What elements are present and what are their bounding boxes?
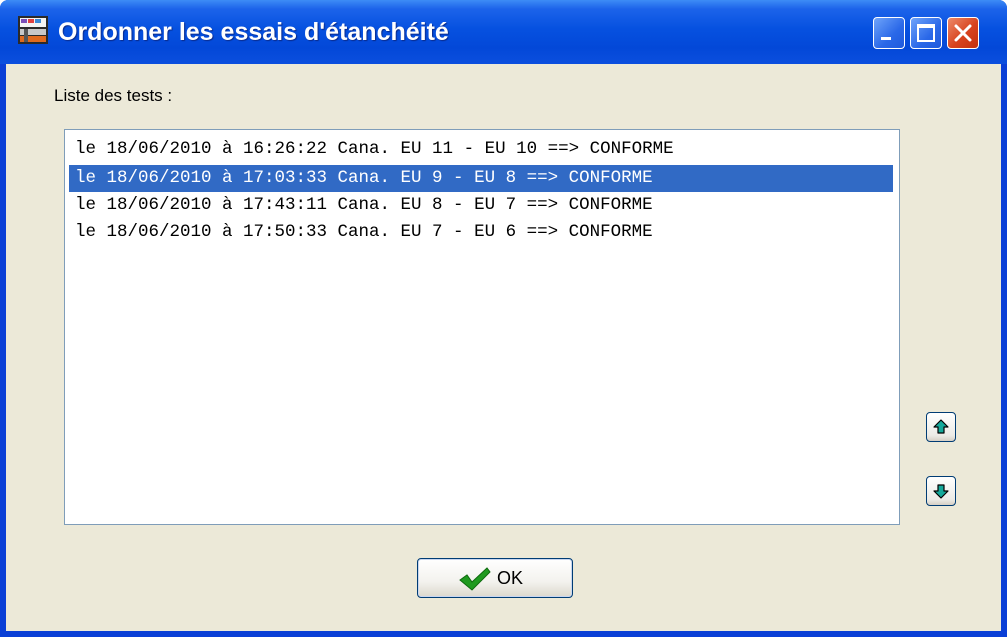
tests-listbox[interactable]: le 18/06/2010 à 16:26:22 Cana. EU 11 - E… xyxy=(64,129,900,525)
close-button[interactable] xyxy=(947,17,979,49)
list-item[interactable]: le 18/06/2010 à 16:26:22 Cana. EU 11 - E… xyxy=(69,136,893,163)
list-label: Liste des tests : xyxy=(54,86,173,105)
move-down-button[interactable] xyxy=(926,476,956,506)
arrow-up-icon xyxy=(933,419,949,434)
minimize-button[interactable] xyxy=(873,17,905,49)
title-bar[interactable]: Ordonner les essais d'étanchéité xyxy=(0,0,1007,64)
close-icon xyxy=(954,24,972,42)
app-icon xyxy=(18,16,48,44)
maximize-icon xyxy=(917,24,935,42)
arrow-down-icon xyxy=(933,484,949,499)
ok-button[interactable]: OK xyxy=(417,558,573,598)
list-item[interactable]: le 18/06/2010 à 17:43:11 Cana. EU 8 - EU… xyxy=(69,192,893,219)
window-title: Ordonner les essais d'étanchéité xyxy=(58,18,449,46)
minimize-icon xyxy=(881,37,891,40)
maximize-button[interactable] xyxy=(910,17,942,49)
dialog-window: Ordonner les essais d'étanchéité Liste d… xyxy=(0,0,1007,637)
dialog-body: Liste des tests : le 18/06/2010 à 16:26:… xyxy=(6,64,1001,631)
move-up-button[interactable] xyxy=(926,412,956,442)
ok-label: OK xyxy=(497,568,524,588)
list-item-selected[interactable]: le 18/06/2010 à 17:03:33 Cana. EU 9 - EU… xyxy=(69,165,893,192)
checkmark-icon xyxy=(459,567,491,591)
list-item[interactable]: le 18/06/2010 à 17:50:33 Cana. EU 7 - EU… xyxy=(69,219,893,246)
